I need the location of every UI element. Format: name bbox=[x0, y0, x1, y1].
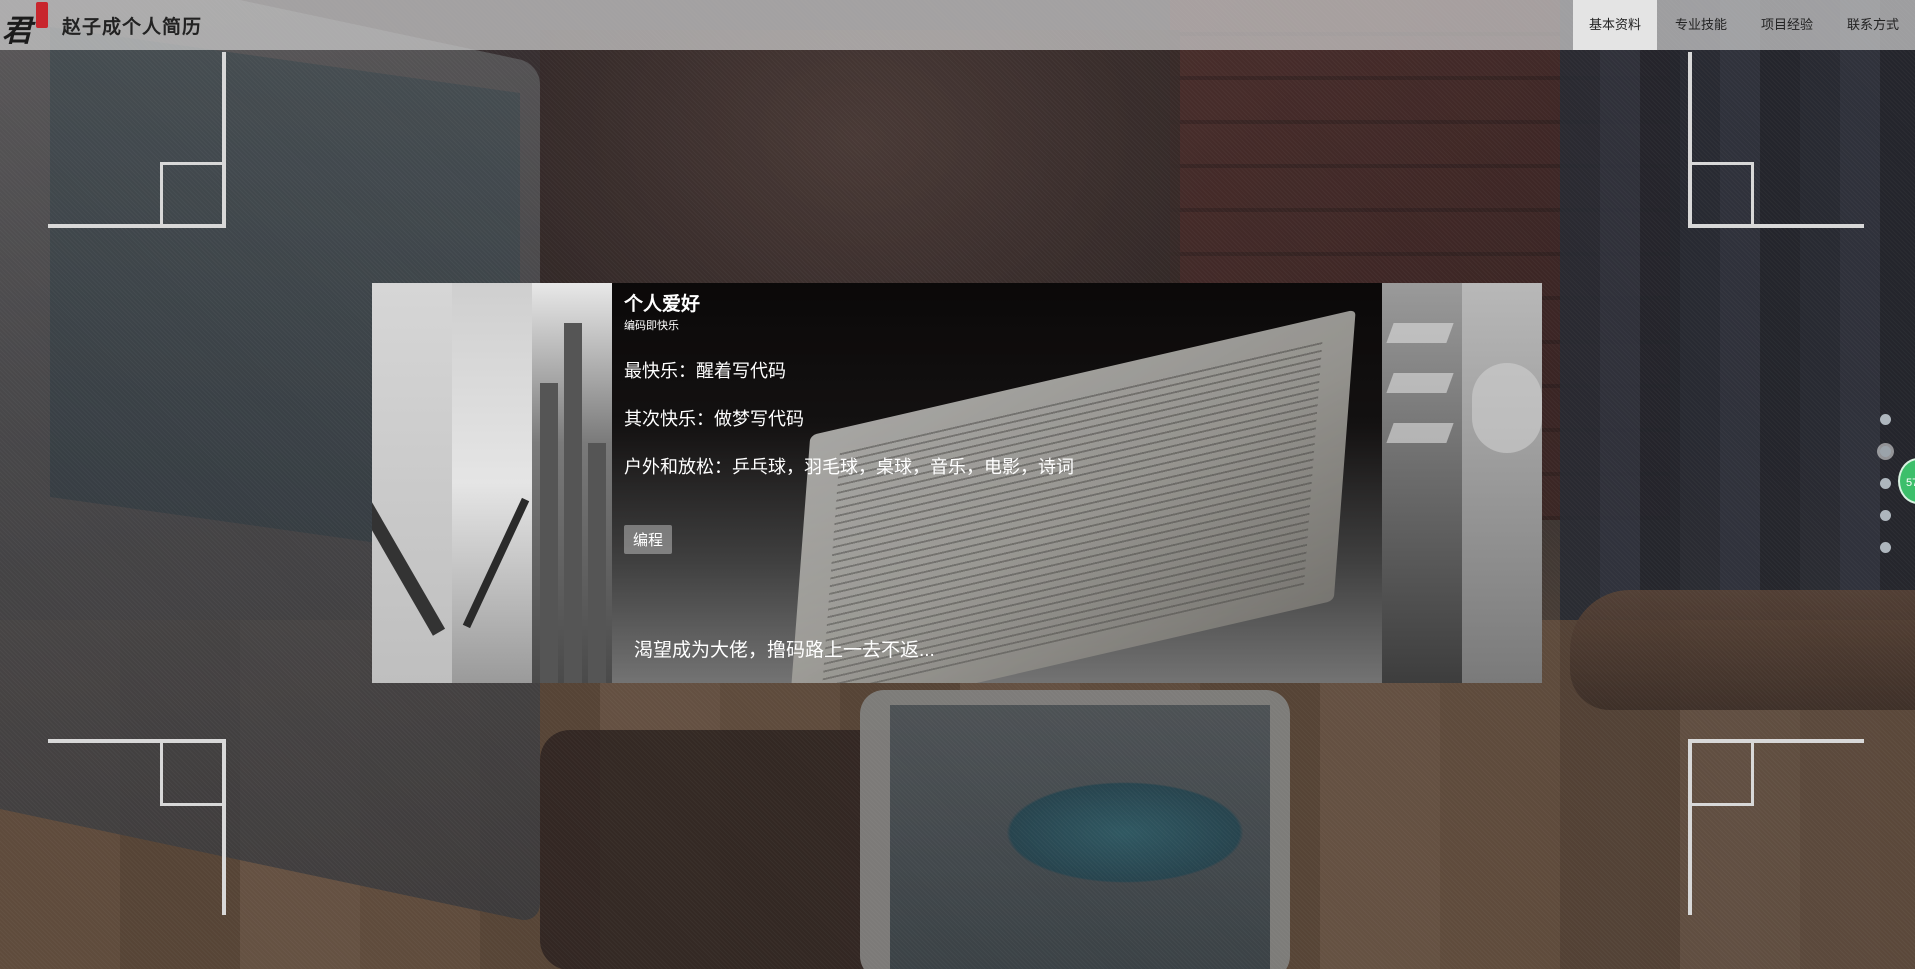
site-logo[interactable]: 君 bbox=[0, 0, 48, 50]
hobby-card[interactable]: 个人爱好 编码即快乐 最快乐：醒着写代码 其次快乐：做梦写代码 户外和放松：乒乓… bbox=[612, 283, 1382, 683]
carousel-panel-street[interactable] bbox=[1382, 283, 1462, 683]
nav-item-contact[interactable]: 联系方式 bbox=[1831, 0, 1915, 50]
card-footer-motto: 渴望成为大佬，撸码路上一去不返... bbox=[634, 640, 935, 661]
hobby-card-text: 个人爱好 编码即快乐 最快乐：醒着写代码 其次快乐：做梦写代码 户外和放松：乒乓… bbox=[624, 289, 1074, 491]
corner-bracket-top-right bbox=[1688, 52, 1868, 232]
pagination-dot[interactable] bbox=[1880, 478, 1891, 489]
hobby-carousel: 个人爱好 编码即快乐 最快乐：醒着写代码 其次快乐：做梦写代码 户外和放松：乒乓… bbox=[372, 283, 1542, 683]
corner-bracket-bottom-right bbox=[1688, 739, 1868, 919]
carousel-panel-pen[interactable] bbox=[452, 283, 532, 683]
nav-item-basic-info[interactable]: 基本资料 bbox=[1572, 0, 1657, 50]
hobby-line: 最快乐：醒着写代码 bbox=[624, 361, 786, 381]
carousel-panel-cat[interactable] bbox=[1462, 283, 1542, 683]
programming-tag-button[interactable]: 编程 bbox=[624, 525, 673, 554]
corner-bracket-top-left bbox=[48, 52, 228, 232]
section-pagination bbox=[1880, 414, 1891, 574]
pagination-dot[interactable] bbox=[1880, 414, 1891, 425]
card-title: 个人爱好 bbox=[624, 294, 701, 315]
main-nav: 基本资料 专业技能 项目经验 联系方式 bbox=[1571, 0, 1915, 50]
hobby-line: 户外和放松：乒乓球，羽毛球，桌球，音乐，电影，诗词 bbox=[624, 457, 1074, 477]
carousel-panel-notebook[interactable] bbox=[372, 283, 452, 683]
pagination-dot[interactable] bbox=[1880, 542, 1891, 553]
pagination-dot-active[interactable] bbox=[1880, 446, 1891, 457]
corner-bracket-bottom-left bbox=[48, 739, 228, 919]
logo-glyph: 君 bbox=[2, 14, 32, 49]
nav-item-projects[interactable]: 项目经验 bbox=[1745, 0, 1829, 50]
logo-seal-icon bbox=[36, 2, 48, 28]
pagination-dot[interactable] bbox=[1880, 510, 1891, 521]
top-navbar: 君 赵子成个人简历 基本资料 专业技能 项目经验 联系方式 bbox=[0, 0, 1915, 50]
nav-item-skills[interactable]: 专业技能 bbox=[1659, 0, 1743, 50]
card-subtitle: 编码即快乐 bbox=[624, 320, 679, 332]
site-title: 赵子成个人简历 bbox=[62, 16, 203, 38]
hobby-line: 其次快乐：做梦写代码 bbox=[624, 409, 804, 429]
carousel-panel-city[interactable] bbox=[532, 283, 612, 683]
